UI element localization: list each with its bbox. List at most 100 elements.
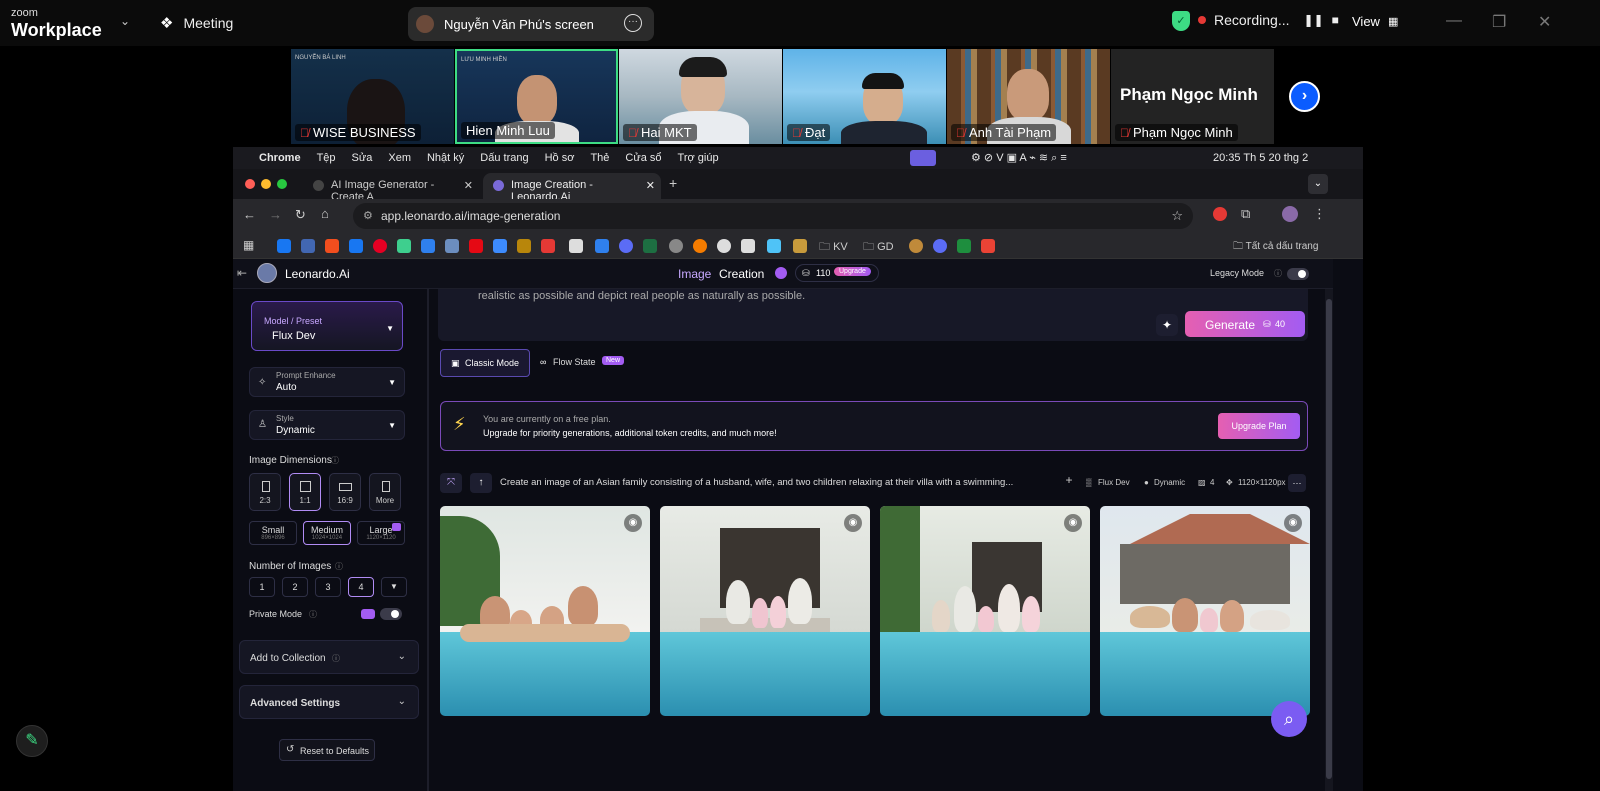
num-images-more[interactable]: ▼ xyxy=(381,577,407,597)
menu-help[interactable]: Trợ giúp xyxy=(678,152,719,164)
window-zoom-button[interactable] xyxy=(277,179,287,189)
bookmark-icon[interactable] xyxy=(717,239,731,253)
menu-history[interactable]: Nhật ký xyxy=(427,152,464,164)
num-images-3[interactable]: 3 xyxy=(315,577,341,597)
window-minimize-button[interactable] xyxy=(261,179,271,189)
size-large[interactable]: Large 1120×1120 xyxy=(357,521,405,545)
bookmark-icon[interactable] xyxy=(569,239,583,253)
all-bookmarks[interactable]: 🗀 Tất cả dấu trang xyxy=(1233,239,1318,256)
minimize-icon[interactable]: — xyxy=(1446,12,1462,30)
profile-avatar-icon[interactable] xyxy=(1282,206,1298,222)
more-options-icon[interactable]: ··· xyxy=(624,14,642,32)
meeting-menu[interactable]: ❖ Meeting xyxy=(160,14,233,32)
screen-share-pill[interactable]: Nguyễn Văn Phú's screen ··· xyxy=(408,7,654,41)
restore-icon[interactable]: ❐ xyxy=(1492,12,1506,32)
menu-file[interactable]: Tệp xyxy=(317,152,336,164)
more-options-icon[interactable]: ··· xyxy=(1288,474,1306,492)
num-images-4[interactable]: 4 xyxy=(348,577,374,597)
window-close-button[interactable] xyxy=(245,179,255,189)
screen-share-status-icon[interactable] xyxy=(910,150,936,166)
tab-image-creation[interactable]: Image Creation - Leonardo.Ai ✕ xyxy=(483,173,661,203)
bookmark-icon[interactable] xyxy=(767,239,781,253)
tab-close-icon[interactable]: ✕ xyxy=(646,179,655,192)
tab-ai-image-generator[interactable]: AI Image Generator - Create A ✕ xyxy=(303,173,479,203)
generate-button[interactable]: Generate ⛁ 40 xyxy=(1185,311,1305,337)
extensions-puzzle-icon[interactable]: ⧉ xyxy=(1241,206,1250,222)
eye-icon[interactable]: ◉ xyxy=(1064,514,1082,532)
bookmark-facebook-icon[interactable] xyxy=(277,239,291,253)
eye-icon[interactable]: ◉ xyxy=(844,514,862,532)
participant-tile[interactable]: 🎙̸ Hai MKT xyxy=(619,49,782,144)
chevron-down-icon[interactable]: ⌄ xyxy=(120,14,130,28)
close-icon[interactable]: ✕ xyxy=(1538,12,1551,32)
aspect-16-9[interactable]: 16:9 xyxy=(329,473,361,511)
size-medium[interactable]: Medium 1024×1024 xyxy=(303,521,351,545)
bookmark-icon[interactable] xyxy=(933,239,947,253)
upgrade-plan-button[interactable]: Upgrade Plan xyxy=(1218,413,1300,439)
aspect-more[interactable]: More xyxy=(369,473,401,511)
bookmark-icon[interactable] xyxy=(981,239,995,253)
prompt-enhance-select[interactable]: ✧ Prompt Enhance Auto ▼ xyxy=(249,367,405,397)
chrome-menu-icon[interactable]: ⋮ xyxy=(1313,206,1326,222)
tab-close-icon[interactable]: ✕ xyxy=(464,179,473,192)
recording-indicator[interactable]: Recording... ❚❚ ■ xyxy=(1198,12,1339,28)
plus-icon[interactable]: + xyxy=(1060,473,1078,493)
bookmark-folder-kv[interactable]: 🗀 KV xyxy=(819,238,848,257)
reload-icon[interactable]: ↻ xyxy=(295,207,306,223)
private-mode-toggle[interactable] xyxy=(380,608,402,620)
size-small[interactable]: Small 896×896 xyxy=(249,521,297,545)
back-icon[interactable]: ← xyxy=(243,207,256,222)
participant-tile[interactable]: 🎙̸ Đạt xyxy=(783,49,946,144)
tab-search-icon[interactable]: ⌄ xyxy=(1308,174,1328,194)
home-icon[interactable]: ⌂ xyxy=(321,206,329,221)
bookmark-icon[interactable] xyxy=(957,239,971,253)
upload-arrow-icon[interactable]: ↑ xyxy=(470,473,492,493)
legacy-mode-toggle[interactable] xyxy=(1287,268,1309,280)
view-menu[interactable]: View ▦ xyxy=(1352,14,1398,29)
flow-state-tab[interactable]: ∞ Flow State New xyxy=(538,349,634,377)
bookmark-folder-gd[interactable]: 🗀 GD xyxy=(863,238,894,257)
menu-view[interactable]: Xem xyxy=(388,152,411,164)
extension-icon[interactable] xyxy=(1213,207,1227,221)
bookmark-icon[interactable] xyxy=(421,239,435,253)
bookmark-icon[interactable] xyxy=(517,239,531,253)
participant-tile[interactable]: Phạm Ngọc Minh 🎙̸ Phạm Ngọc Minh xyxy=(1111,49,1274,144)
num-images-2[interactable]: 2 xyxy=(282,577,308,597)
style-select[interactable]: ♙ Style Dynamic ▼ xyxy=(249,410,405,440)
participant-tile-active[interactable]: LƯU MINH HIỀN Hien Minh Luu xyxy=(455,49,618,144)
bookmark-icon[interactable] xyxy=(909,239,923,253)
apps-grid-icon[interactable]: ▦ xyxy=(243,238,254,252)
scrollbar[interactable] xyxy=(1325,289,1333,791)
bookmark-icon[interactable] xyxy=(301,239,315,253)
generated-image-4[interactable]: ◉ xyxy=(1100,506,1310,716)
scrollbar-thumb[interactable] xyxy=(1326,299,1332,779)
bookmark-facebook-icon[interactable] xyxy=(349,239,363,253)
forward-icon[interactable]: → xyxy=(269,207,282,222)
num-images-1[interactable]: 1 xyxy=(249,577,275,597)
prompt-box[interactable]: realistic as possible and depict real pe… xyxy=(438,289,1308,341)
advanced-settings[interactable]: Advanced Settings ⌄ xyxy=(239,685,419,719)
reset-defaults-button[interactable]: ↺ Reset to Defaults xyxy=(279,739,375,761)
info-icon[interactable] xyxy=(775,267,787,279)
bookmark-icon[interactable] xyxy=(793,239,807,253)
bookmark-icon[interactable] xyxy=(445,239,459,253)
pause-icon[interactable]: ❚❚ xyxy=(1303,13,1323,27)
search-icon[interactable]: ⌕ xyxy=(1271,701,1307,737)
bookmark-icon[interactable] xyxy=(741,239,755,253)
bookmark-icon[interactable] xyxy=(541,239,555,253)
bookmark-icon[interactable] xyxy=(493,239,507,253)
collapse-icon[interactable]: ⇤ xyxy=(237,266,247,280)
bookmark-icon[interactable] xyxy=(397,239,411,253)
annotate-pencil-icon[interactable]: ✎ xyxy=(16,725,48,757)
bookmark-globe-icon[interactable] xyxy=(669,239,683,253)
bookmark-icon[interactable] xyxy=(619,239,633,253)
classic-mode-tab[interactable]: ▣ Classic Mode xyxy=(440,349,530,377)
new-tab-icon[interactable]: + xyxy=(669,175,677,191)
menu-edit[interactable]: Sửa xyxy=(352,152,373,164)
menu-tabs[interactable]: Thẻ xyxy=(590,152,609,164)
eye-icon[interactable]: ◉ xyxy=(624,514,642,532)
generated-image-3[interactable]: ◉ xyxy=(880,506,1090,716)
bookmark-icon[interactable] xyxy=(693,239,707,253)
add-to-collection[interactable]: Add to Collection ⓘ ⌄ xyxy=(239,640,419,674)
bookmark-download-icon[interactable] xyxy=(595,239,609,253)
